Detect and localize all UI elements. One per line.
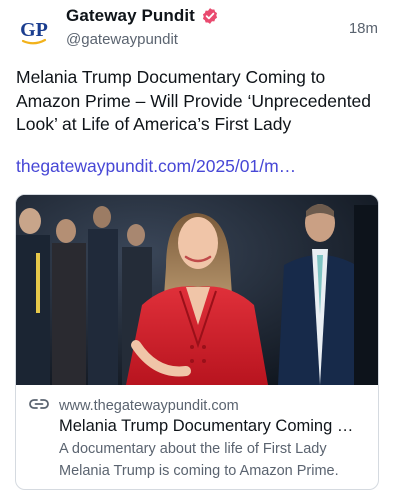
svg-text:GP: GP	[20, 19, 48, 41]
post-link[interactable]: thegatewaypundit.com/2025/01/m…	[16, 155, 378, 178]
card-domain: www.thegatewaypundit.com	[59, 398, 239, 414]
link-preview-card[interactable]: www.thegatewaypundit.com Melania Trump D…	[15, 194, 379, 490]
display-name[interactable]: Gateway Pundit	[66, 6, 195, 26]
post-header: GP Gateway Pundit @gatewaypundit 18m	[0, 0, 394, 62]
post-timestamp[interactable]: 18m	[349, 20, 378, 37]
gp-logo-icon: GP	[20, 19, 48, 45]
link-icon	[29, 397, 49, 415]
card-title[interactable]: Melania Trump Documentary Coming …	[59, 415, 369, 437]
avatar[interactable]: GP	[14, 10, 54, 50]
card-description: A documentary about the life of First La…	[59, 441, 339, 479]
post-text: Melania Trump Documentary Coming to Amaz…	[16, 67, 372, 134]
card-domain-row: www.thegatewaypundit.com	[29, 397, 239, 415]
name-row: Gateway Pundit	[66, 6, 219, 26]
verified-badge-icon	[201, 7, 219, 25]
post[interactable]: GP Gateway Pundit @gatewaypundit 18m Mel…	[0, 0, 394, 500]
link-preview-photo[interactable]	[16, 195, 378, 385]
account-handle[interactable]: @gatewaypundit	[66, 31, 178, 48]
